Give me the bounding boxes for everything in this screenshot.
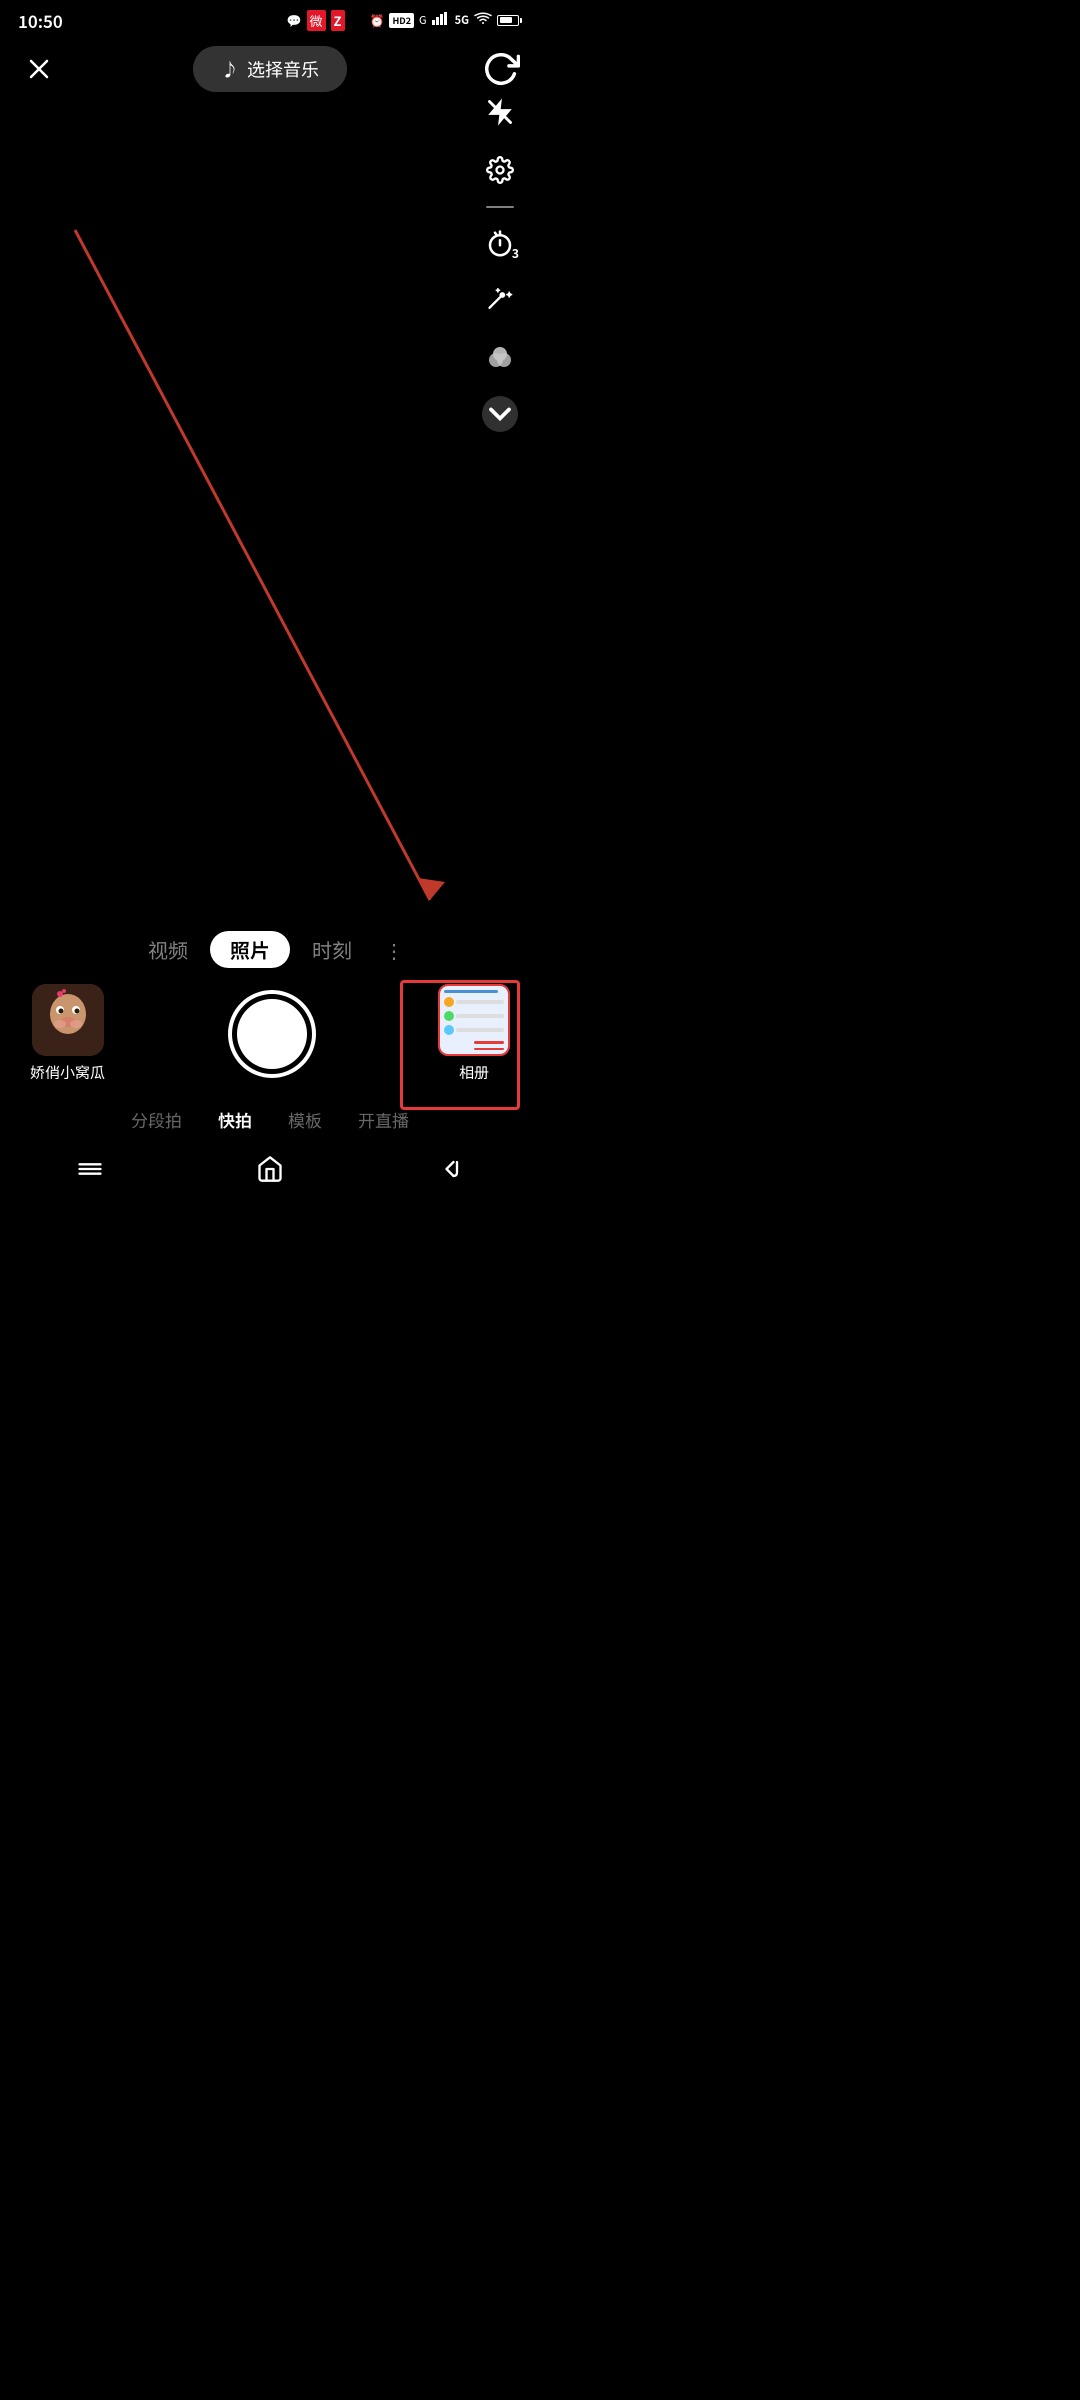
shutter-row: 娇俏小窝瓜 — [0, 976, 540, 1099]
nav-menu-button[interactable] — [65, 1154, 115, 1184]
select-music-button[interactable]: ♪ 选择音乐 — [193, 46, 347, 92]
hd2-badge: HD2 — [389, 13, 414, 28]
bottom-controls: 视频 照片 时刻 ⋮ — [0, 921, 540, 1200]
status-bar: 10:50 💬 微 Z ⏰ HD2 G 5G — [0, 0, 540, 38]
settings-button[interactable] — [478, 148, 522, 192]
message-icon: 💬 — [287, 12, 302, 29]
refresh-button[interactable] — [482, 50, 520, 88]
album-section[interactable]: 相册 — [438, 984, 510, 1083]
shutter-inner — [237, 999, 307, 1069]
svg-text:✦: ✦ — [495, 288, 500, 295]
navigation-bar — [0, 1144, 540, 1200]
wifi-icon — [474, 11, 492, 29]
close-button[interactable] — [20, 50, 58, 88]
mode-more-icon[interactable]: ⋮ — [374, 931, 414, 968]
status-time: 10:50 — [18, 8, 63, 33]
news-icon: Z — [331, 10, 345, 31]
svg-text:✦: ✦ — [506, 289, 513, 300]
tab-moment[interactable]: 时刻 — [290, 931, 374, 968]
sub-tab-template[interactable]: 模板 — [270, 1103, 340, 1136]
signal-g: G — [419, 12, 427, 28]
color-filter-button[interactable] — [478, 338, 522, 382]
shutter-button[interactable] — [228, 990, 316, 1078]
icon-divider — [486, 206, 514, 208]
avatar-label: 娇俏小窝瓜 — [30, 1062, 105, 1083]
right-toolbar: 3 ✦ ✦ — [478, 90, 522, 432]
user-avatar-section[interactable]: 娇俏小窝瓜 — [30, 984, 105, 1083]
mode-tabs: 视频 照片 时刻 ⋮ — [0, 921, 540, 976]
status-icons: 💬 微 Z ⏰ HD2 G 5G — [287, 10, 522, 31]
sub-tab-live[interactable]: 开直播 — [340, 1103, 427, 1136]
nav-home-button[interactable] — [245, 1154, 295, 1184]
flash-off-button[interactable] — [478, 90, 522, 134]
sub-tab-quick[interactable]: 快拍 — [200, 1103, 270, 1136]
tab-video[interactable]: 视频 — [126, 931, 210, 968]
music-button-label: 选择音乐 — [247, 56, 319, 82]
alarm-icon: ⏰ — [370, 12, 385, 29]
avatar-image — [32, 984, 104, 1056]
beauty-button[interactable]: ✦ ✦ — [478, 280, 522, 324]
battery-icon — [497, 15, 522, 26]
top-bar: ♪ 选择音乐 — [0, 38, 540, 100]
album-label: 相册 — [459, 1062, 489, 1083]
weibo-icon: 微 — [307, 10, 326, 31]
nav-back-button[interactable] — [425, 1154, 475, 1184]
signal-5g: 5G — [455, 12, 469, 28]
album-thumbnail — [438, 984, 510, 1056]
signal-bars — [432, 11, 450, 29]
sub-mode-tabs: 分段拍 快拍 模板 开直播 — [0, 1099, 540, 1144]
music-note-icon: ♪ — [221, 56, 239, 82]
sub-tab-segment[interactable]: 分段拍 — [113, 1103, 200, 1136]
more-options-button[interactable] — [482, 396, 518, 432]
timer-number: 3 — [512, 245, 519, 262]
timer-button[interactable]: 3 — [478, 222, 522, 266]
tab-photo[interactable]: 照片 — [210, 931, 290, 968]
